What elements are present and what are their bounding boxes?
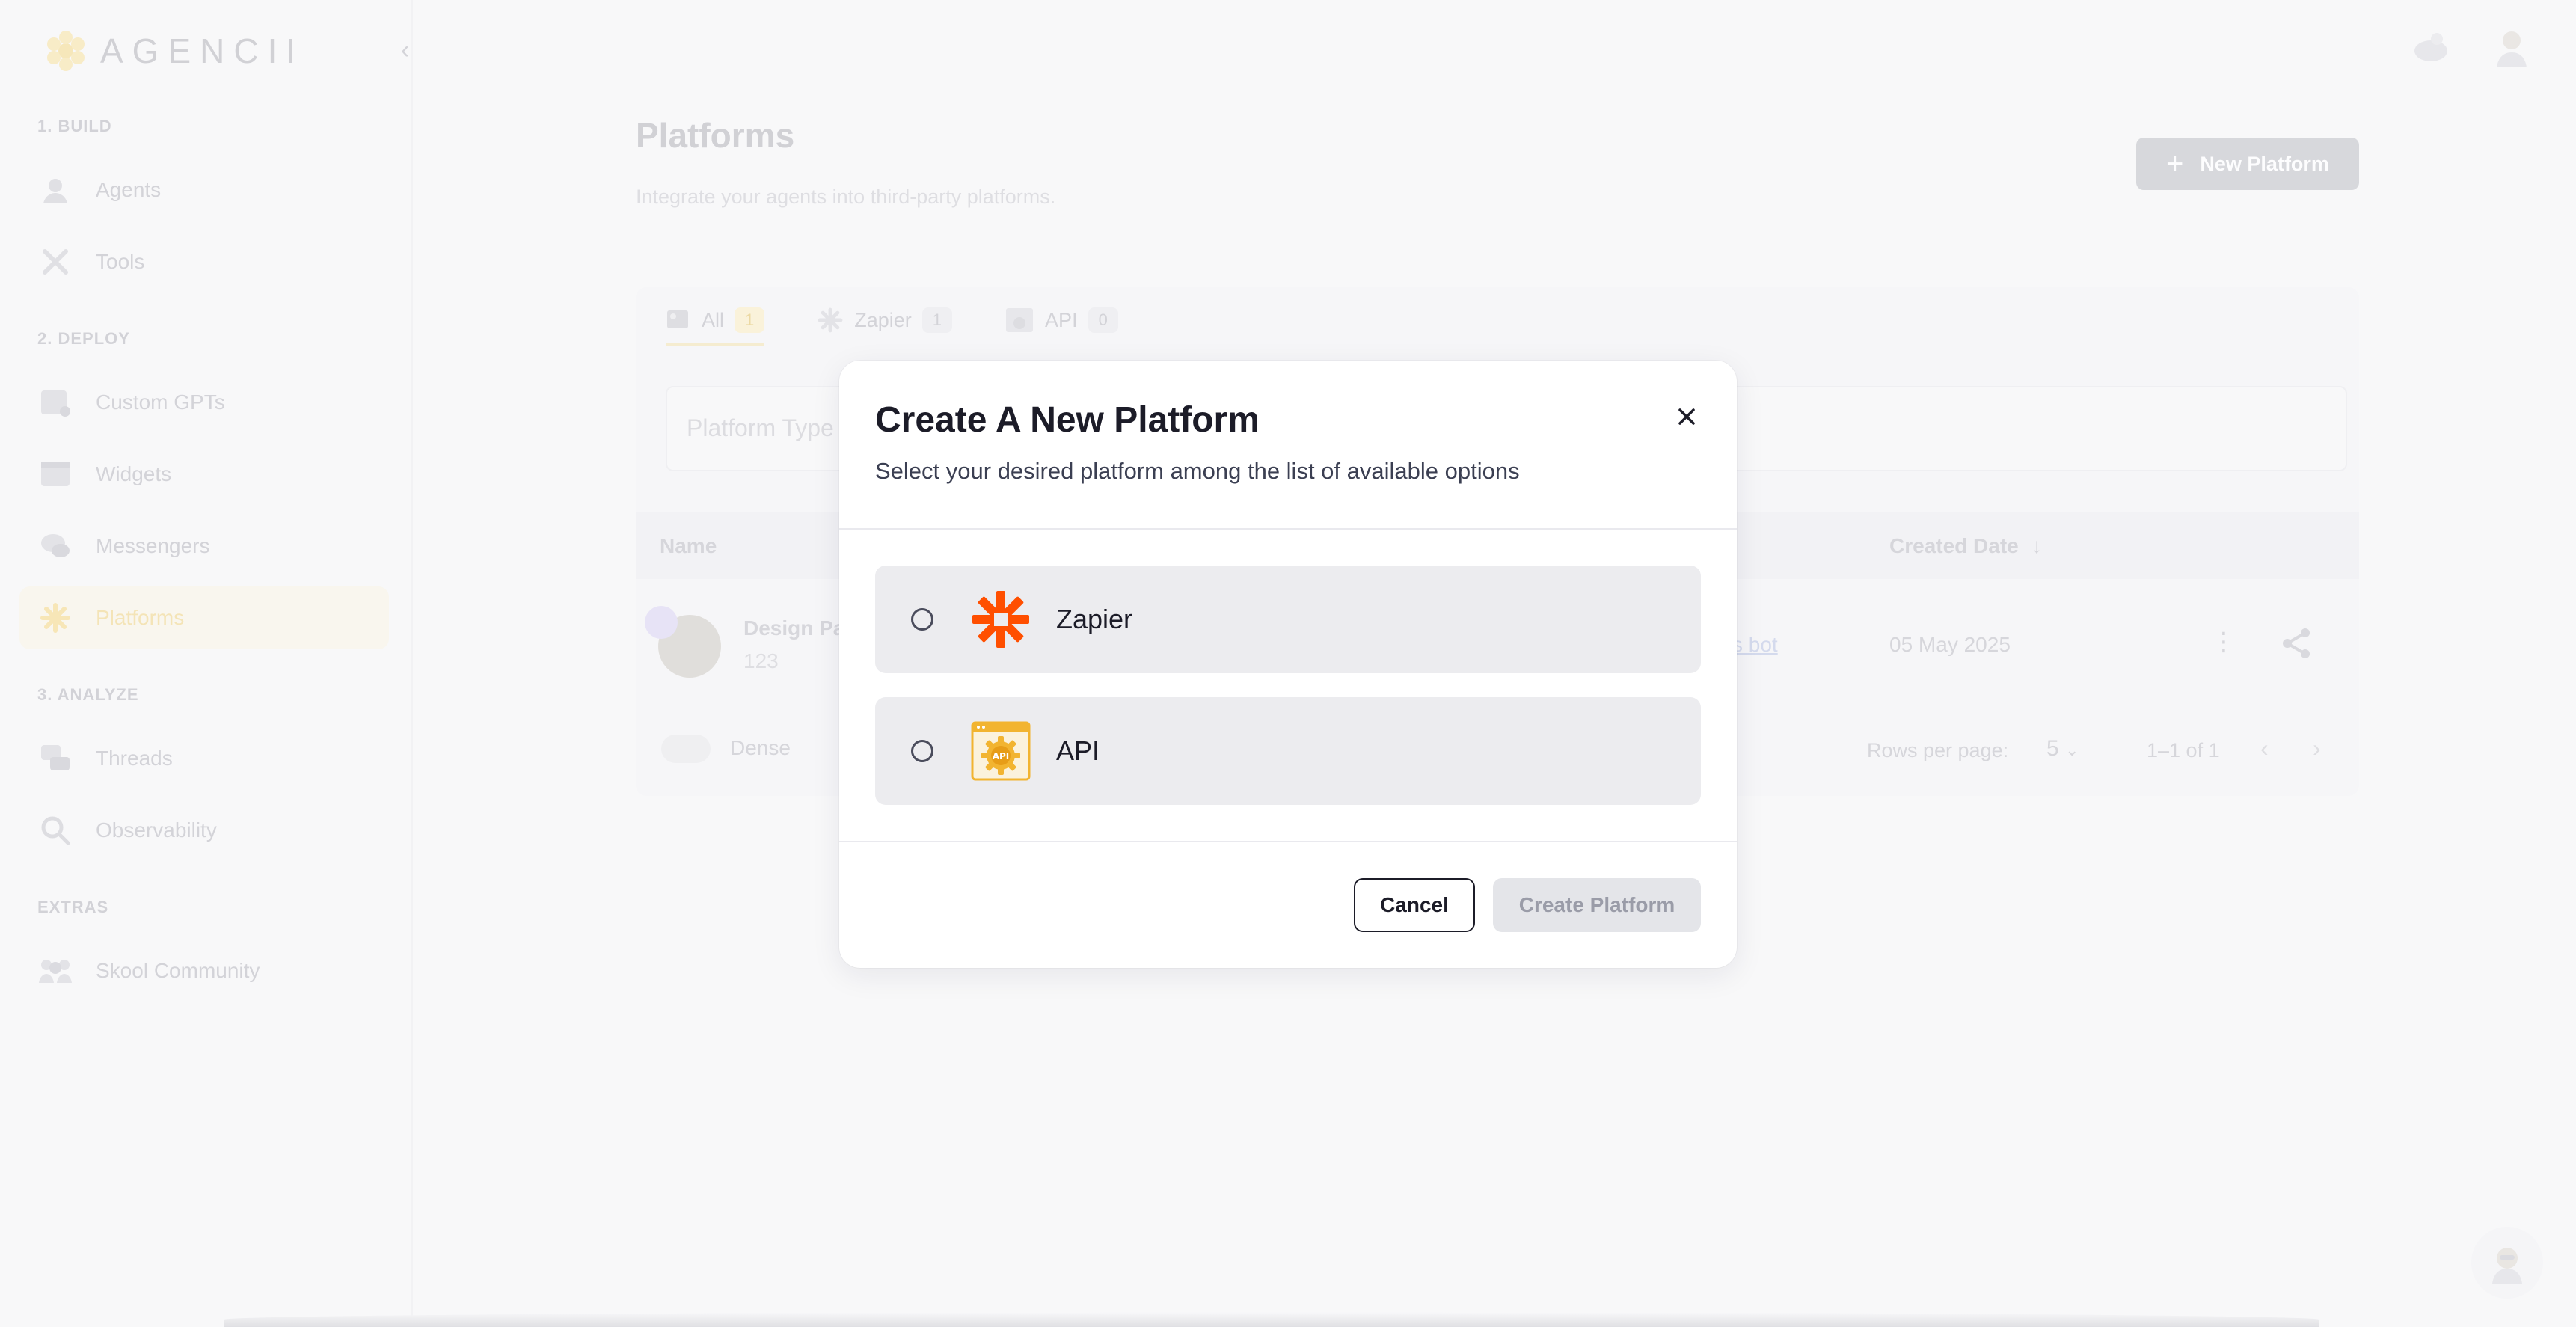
svg-text:API: API bbox=[993, 751, 1010, 761]
cancel-button[interactable]: Cancel bbox=[1354, 878, 1475, 932]
create-platform-dialog: Create A New Platform Select your desire… bbox=[839, 361, 1737, 968]
zapier-logo-icon bbox=[971, 589, 1031, 649]
create-platform-button[interactable]: Create Platform bbox=[1493, 878, 1701, 932]
dialog-subtitle: Select your desired platform among the l… bbox=[875, 458, 1520, 484]
close-icon[interactable] bbox=[1669, 399, 1704, 434]
option-label: API bbox=[1056, 735, 1100, 766]
dialog-divider-top bbox=[839, 528, 1737, 530]
dialog-divider-bottom bbox=[839, 841, 1737, 842]
api-radio[interactable] bbox=[911, 740, 933, 762]
option-api[interactable]: API API bbox=[875, 697, 1701, 805]
option-zapier[interactable]: Zapier bbox=[875, 566, 1701, 673]
option-label: Zapier bbox=[1056, 604, 1133, 634]
zapier-radio[interactable] bbox=[911, 608, 933, 631]
dialog-title: Create A New Platform bbox=[875, 400, 1260, 440]
api-logo-icon: API bbox=[971, 721, 1031, 781]
